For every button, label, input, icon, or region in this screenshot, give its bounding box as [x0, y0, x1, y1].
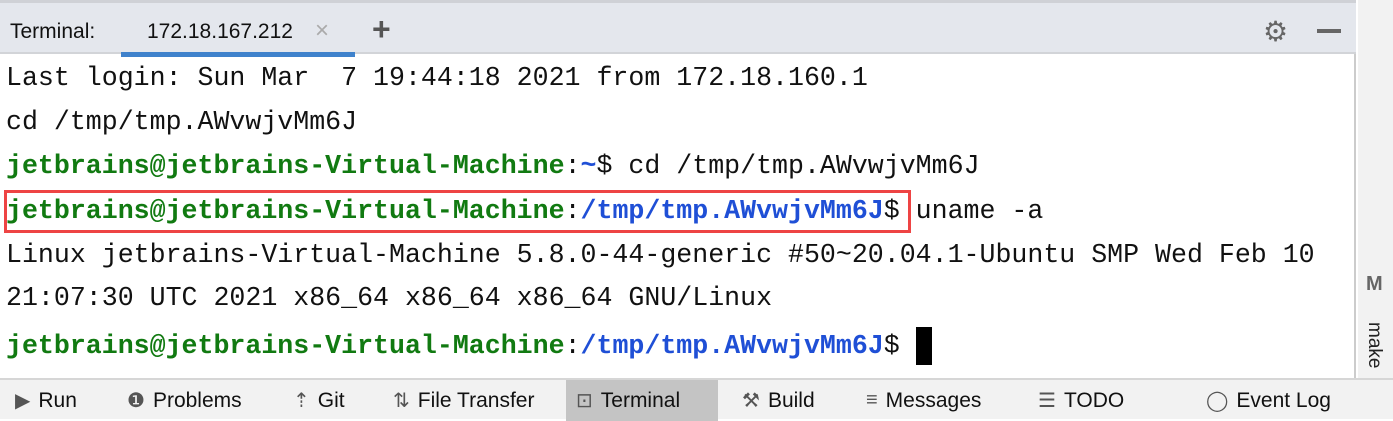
close-icon[interactable]: ×: [315, 17, 329, 45]
terminal-label: Terminal:: [10, 20, 96, 43]
bottom-tool-bar: ▶ Run ❶ Problems ⇡ Git ⇅ File Transfer ⊡ Term…: [0, 378, 1393, 421]
tool-problems[interactable]: ❶ Problems: [117, 380, 252, 421]
terminal-line: 21:07:30 UTC 2021 x86_64 x86_64 x86_64 G…: [6, 283, 773, 313]
tool-terminal[interactable]: ⊡ Terminal: [566, 380, 718, 421]
git-icon: ⇡: [293, 390, 310, 412]
add-tab-button[interactable]: +: [372, 11, 391, 48]
terminal-line: Last login: Sun Mar 7 19:44:18 2021 from…: [6, 63, 868, 93]
problems-icon: ❶: [127, 390, 145, 412]
prompt-line: jetbrains@jetbrains-Virtual-Machine:~$ c…: [6, 151, 980, 181]
tab-session[interactable]: 172.18.167.212 ×: [121, 3, 355, 57]
make-icon[interactable]: M: [1366, 273, 1383, 296]
prompt-line: jetbrains@jetbrains-Virtual-Machine:/tmp…: [6, 196, 1044, 226]
tool-build[interactable]: ⚒ Build: [732, 380, 825, 421]
play-icon: ▶: [15, 390, 31, 412]
terminal-line: Linux jetbrains-Virtual-Machine 5.8.0-44…: [6, 240, 1315, 270]
tool-messages[interactable]: ≡ Messages: [856, 380, 991, 421]
tab-title: 172.18.167.212: [147, 20, 293, 43]
hammer-icon: ⚒: [742, 390, 760, 412]
gear-icon[interactable]: ⚙: [1263, 15, 1288, 48]
terminal-icon: ⊡: [576, 390, 593, 412]
terminal-line: cd /tmp/tmp.AWvwjvMm6J: [6, 107, 358, 137]
tool-event-log[interactable]: ◯ Event Log: [1196, 380, 1341, 421]
event-log-icon: ◯: [1206, 390, 1229, 412]
terminal-output[interactable]: Last login: Sun Mar 7 19:44:18 2021 from…: [0, 54, 1356, 378]
minimize-icon[interactable]: [1317, 29, 1341, 33]
prompt-line: jetbrains@jetbrains-Virtual-Machine:/tmp…: [6, 327, 932, 365]
tool-file-transfer[interactable]: ⇅ File Transfer: [383, 380, 544, 421]
todo-icon: ☰: [1038, 390, 1056, 412]
right-tool-strip: M make: [1358, 0, 1393, 378]
cursor: [915, 327, 932, 365]
terminal-tool-header: Terminal: 172.18.167.212 × + ⚙: [0, 0, 1356, 57]
tool-run[interactable]: ▶ Run: [5, 380, 87, 421]
transfer-icon: ⇅: [393, 390, 410, 412]
tool-git[interactable]: ⇡ Git: [283, 380, 355, 421]
make-tool-button[interactable]: make: [1363, 322, 1385, 368]
messages-icon: ≡: [866, 389, 878, 411]
tool-todo[interactable]: ☰ TODO: [1028, 380, 1134, 421]
